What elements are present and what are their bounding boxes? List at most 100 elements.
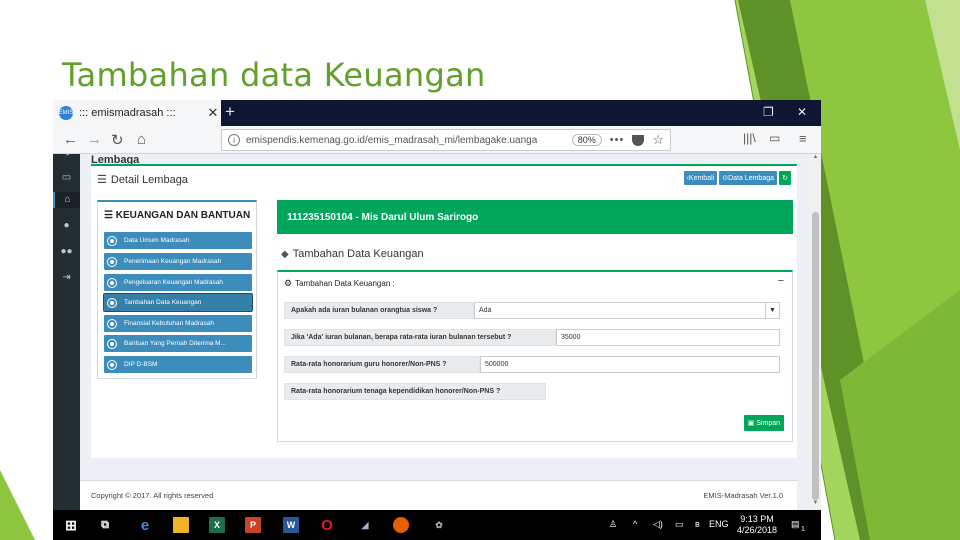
windows-start-icon[interactable]: ⊞ bbox=[63, 517, 79, 533]
iuran-ada-select[interactable]: Ada ▼ bbox=[474, 302, 780, 319]
slide-title: Tambahan data Keuangan bbox=[62, 56, 486, 94]
edge-icon[interactable]: e bbox=[137, 517, 153, 534]
tab-title: ::: emismadrasah ::: bbox=[79, 107, 176, 119]
page-scrollbar[interactable]: ▲ ▼ bbox=[810, 154, 821, 510]
notification-icon[interactable]: ▤ bbox=[791, 519, 800, 530]
detail-title: Detail Lembaga bbox=[110, 173, 188, 186]
keuangan-panel: ☰ KEUANGAN DAN BANTUAN Data Umum Madrasa… bbox=[97, 200, 257, 379]
bookmark-star-icon[interactable]: ☆ bbox=[652, 132, 664, 148]
circle-icon bbox=[108, 360, 116, 369]
word-icon[interactable]: W bbox=[283, 517, 299, 533]
kembali-label: Kembali bbox=[688, 174, 715, 182]
excel-icon[interactable]: X bbox=[209, 517, 225, 533]
section-title-text: Tambahan Data Keuangan bbox=[292, 248, 424, 260]
save-button[interactable]: ▣ Simpan bbox=[743, 415, 784, 431]
save-label: Simpan bbox=[756, 419, 780, 427]
scroll-up-icon[interactable]: ▲ bbox=[810, 154, 821, 164]
reload-icon[interactable]: ↻ bbox=[111, 131, 124, 149]
menu-item-finansial[interactable]: Finansial Kebutuhan Madrasah bbox=[104, 315, 252, 332]
signout-icon[interactable]: ⇥ bbox=[53, 272, 80, 283]
firefox-icon[interactable] bbox=[393, 517, 409, 533]
menu-item-tambahan[interactable]: Tambahan Data Keuangan bbox=[103, 293, 253, 312]
tray-up-icon[interactable]: ^ bbox=[633, 519, 637, 529]
notification-count: 1 bbox=[801, 526, 805, 533]
restore-window-icon[interactable]: ❐ bbox=[763, 105, 774, 119]
library-icon[interactable]: |||\ bbox=[743, 131, 756, 145]
menu-item-penerimaan[interactable]: Penerimaan Keuangan Madrasah bbox=[104, 253, 252, 270]
scroll-down-icon[interactable]: ▼ bbox=[810, 500, 821, 510]
section-title: ◆ Tambahan Data Keuangan bbox=[281, 248, 424, 260]
zoom-level[interactable]: 80% bbox=[571, 134, 602, 146]
menu-item-pengeluaran[interactable]: Pengeluaran Keuangan Madrasah bbox=[104, 274, 252, 291]
menu-item-label: Tambahan Data Keuangan bbox=[124, 299, 202, 306]
data-lembaga-button[interactable]: ⊙ Data Lembaga bbox=[719, 171, 777, 185]
sidebar-icon[interactable]: ▭ bbox=[769, 131, 780, 145]
circle-icon bbox=[108, 319, 116, 328]
users-icon[interactable]: ●● bbox=[53, 246, 80, 257]
network-icon[interactable]: ▭ bbox=[675, 519, 684, 530]
bluetooth-icon[interactable]: ʙ bbox=[695, 519, 700, 529]
footer-copyright: Copyright © 2017. All rights reserved bbox=[91, 491, 214, 500]
tambahan-form: ⚙ Tambahan Data Keuangan : − Apakah ada … bbox=[277, 270, 793, 442]
people-icon[interactable]: ♙ bbox=[609, 519, 617, 530]
powerpoint-icon[interactable]: P bbox=[245, 517, 261, 533]
user-icon[interactable]: ● bbox=[53, 220, 80, 231]
field-label-rata-iuran: Jika 'Ada' iuran bulanan, berapa rata-ra… bbox=[284, 329, 556, 346]
detail-lembaga-box: ☰ Detail Lembaga ‹ Kembali ⊙ Data Lembaga … bbox=[91, 164, 797, 458]
menu-item-label: Bantuan Yang Pernah Diterima M... bbox=[124, 340, 227, 347]
opera-icon[interactable]: O bbox=[319, 517, 335, 534]
kembali-button[interactable]: ‹ Kembali bbox=[683, 171, 718, 185]
circle-icon bbox=[108, 278, 116, 287]
bars-icon: ☰ bbox=[104, 210, 116, 221]
windows-taskbar: ⊞ ⧉ e X P W O ◢ ✿ ♙ ^ ◁) ▭ ʙ ENG 9:13 PM… bbox=[53, 510, 821, 540]
close-window-icon[interactable]: ✕ bbox=[797, 105, 807, 119]
back-arrow-icon[interactable]: ← bbox=[63, 131, 78, 148]
browser-tab[interactable]: EMIS ::: emismadrasah ::: ✕ bbox=[53, 100, 221, 126]
app-icon[interactable]: ✿ bbox=[431, 517, 447, 533]
menu-item-label: Penerimaan Keuangan Madrasah bbox=[124, 258, 222, 265]
pocket-icon[interactable] bbox=[632, 134, 645, 146]
close-icon[interactable]: ✕ bbox=[205, 105, 221, 121]
circle-icon bbox=[108, 236, 116, 245]
floppy-icon: ▣ bbox=[747, 420, 757, 427]
menu-item-dip-bsm[interactable]: DIP D-BSM bbox=[104, 356, 252, 373]
clock-time: 9:13 PM bbox=[740, 514, 774, 524]
lang-indicator[interactable]: ENG bbox=[709, 519, 729, 529]
scroll-thumb[interactable] bbox=[812, 212, 819, 500]
menu-item-label: Pengeluaran Keuangan Madrasah bbox=[124, 279, 224, 286]
sidebar-top-icon[interactable]: ◔ bbox=[53, 150, 80, 161]
tag-icon: ◆ bbox=[281, 248, 289, 260]
monitor-icon[interactable]: ▭ bbox=[53, 172, 80, 183]
emis-favicon-icon: EMIS bbox=[59, 106, 73, 120]
cogs-icon: ⚙ bbox=[284, 278, 293, 288]
address-bar[interactable]: i emispendis.kemenag.go.id/emis_madrasah… bbox=[221, 129, 671, 151]
panel-title-text: KEUANGAN DAN BANTUAN bbox=[115, 210, 251, 221]
menu-icon[interactable]: ≡ bbox=[799, 131, 807, 146]
url-text: emispendis.kemenag.go.id/emis_madrasah_m… bbox=[246, 134, 538, 146]
menu-item-label: Data Umum Madrasah bbox=[124, 237, 190, 244]
app-icon[interactable]: ◢ bbox=[357, 517, 373, 533]
header-buttons: ‹ Kembali ⊙ Data Lembaga ↻ bbox=[682, 171, 791, 185]
info-icon[interactable]: i bbox=[228, 134, 240, 146]
minimize-button[interactable]: − bbox=[778, 275, 784, 287]
honor-guru-input[interactable]: 500000 bbox=[480, 356, 780, 373]
bars-icon: ☰ bbox=[97, 174, 107, 186]
menu-item-bantuan[interactable]: Bantuan Yang Pernah Diterima M... bbox=[104, 335, 252, 352]
refresh-icon[interactable]: ↻ bbox=[779, 171, 791, 185]
clock[interactable]: 9:13 PM 4/26/2018 bbox=[737, 514, 777, 536]
circle-icon bbox=[108, 257, 116, 266]
forward-arrow-icon[interactable]: → bbox=[87, 131, 102, 148]
institution-icon[interactable]: ⌂ bbox=[53, 192, 80, 208]
task-view-icon[interactable]: ⧉ bbox=[97, 517, 113, 533]
rata-iuran-input[interactable]: 35000 bbox=[556, 329, 780, 346]
plus-icon[interactable]: + bbox=[225, 102, 235, 122]
more-actions-icon[interactable]: ••• bbox=[610, 134, 625, 146]
file-explorer-icon[interactable] bbox=[173, 517, 189, 533]
volume-icon[interactable]: ◁) bbox=[653, 519, 663, 530]
clock-date: 4/26/2018 bbox=[737, 525, 778, 535]
browser-tab-bar: EMIS ::: emismadrasah ::: ✕ + ❐ ✕ bbox=[53, 100, 821, 126]
panel-title: ☰ KEUANGAN DAN BANTUAN bbox=[104, 210, 250, 221]
menu-item-data-umum[interactable]: Data Umum Madrasah bbox=[104, 232, 252, 249]
home-icon[interactable]: ⌂ bbox=[137, 131, 146, 148]
chevron-down-icon: ▼ bbox=[765, 303, 779, 318]
